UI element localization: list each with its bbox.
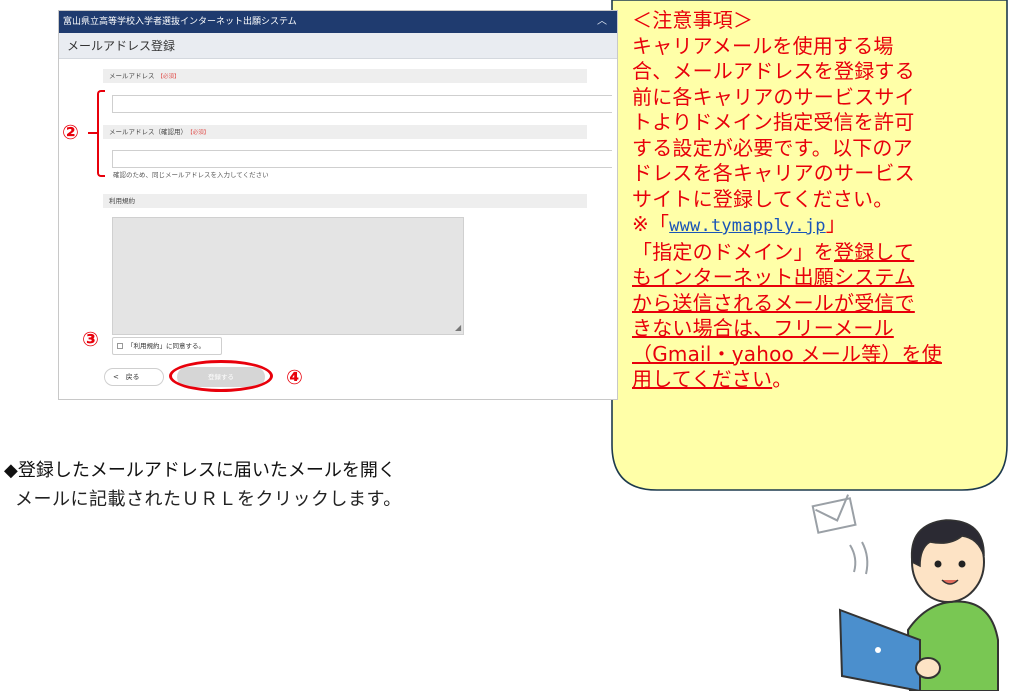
warn-text: 登録して [834, 239, 915, 264]
domain-prefix: ※「 [632, 212, 670, 236]
marker-2: ② [62, 120, 79, 144]
email-label-bar: メールアドレス 【必須】 [103, 69, 587, 83]
email-confirm-label: メールアドレス（確認用） [109, 128, 187, 136]
notice-line: トよりドメイン指定受信を許可 [632, 110, 915, 134]
domain-link[interactable]: www.tymapply.jp [669, 216, 826, 236]
chevron-icon[interactable]: ︿ [597, 11, 607, 33]
step-heading: ◆登録したメールアドレスに届いたメールを開く [4, 460, 396, 481]
checkbox-icon[interactable] [117, 343, 123, 349]
marker-4: ④ [286, 365, 303, 389]
warn-line: （Gmail・yahoo メール等）を使 [632, 341, 942, 366]
step-body: メールに記載されたＵＲＬをクリックします。 [15, 489, 402, 510]
email-field[interactable] [112, 95, 612, 113]
bracket-tick [88, 132, 97, 134]
resize-grip-icon[interactable]: ◢ [455, 323, 615, 398]
required-badge: 【必須】 [157, 74, 180, 80]
notice-bubble: ＜注意事項＞ キャリアメールを使用する場 合、メールアドレスを登録する 前に各キ… [632, 8, 978, 393]
domain-line: ※「www.tymapply.jp」 [632, 212, 978, 240]
screenshot-frame: 富山県立高等学校入学者選抜インターネット出願システム ︿ メールアドレス登録 メ… [58, 10, 618, 400]
page-title: メールアドレス登録 [59, 33, 617, 59]
required-badge: 【必須】 [190, 130, 210, 136]
notice-line: 合、メールアドレスを登録する [632, 59, 915, 83]
person-with-laptop-mail-icon [811, 494, 999, 691]
system-titlebar: 富山県立高等学校入学者選抜インターネット出願システム ︿ [59, 11, 617, 33]
mail-icon [811, 494, 857, 534]
notice-line: サイトに登録してください。 [632, 186, 894, 211]
agree-label: 「利用規約」に同意する。 [127, 342, 205, 350]
notice-line: する設定が必要です。以下のア [632, 135, 913, 160]
terms-label: 利用規約 [109, 197, 135, 205]
confirm-hint: 確認のため、同じメールアドレスを入力してください [113, 171, 269, 179]
warn-end: 。 [772, 367, 793, 391]
warn-line: から送信されるメールが受信で [632, 290, 915, 315]
back-button[interactable]: < 戻る [104, 368, 164, 386]
warn-line: 用してください。 [632, 367, 978, 393]
terms-label-bar: 利用規約 [103, 194, 587, 208]
warn-line: 「指定のドメイン」を登録して [632, 240, 978, 266]
email-label: メールアドレス [109, 72, 155, 80]
system-title: 富山県立高等学校入学者選抜インターネット出願システム [63, 17, 297, 27]
marker-3: ③ [82, 327, 99, 351]
notice-line: ドレスを各キャリアのサービス [632, 161, 915, 185]
warn-prefix: 「指定のドメイン」を [632, 239, 834, 264]
warn-line: きない場合は、フリーメール [632, 316, 894, 340]
domain-suffix: 」 [825, 212, 846, 236]
warn-text: 用してください [632, 367, 773, 391]
back-label: 戻る [125, 373, 140, 381]
notice-line: 前に各キャリアのサービスサイ [632, 84, 915, 109]
notice-heading: ＜注意事項＞ [632, 8, 754, 32]
chevron-left-icon: < [113, 373, 119, 381]
bracket-marker [97, 90, 105, 177]
notice-line: キャリアメールを使用する場 [632, 33, 894, 58]
register-highlight-ellipse [169, 360, 273, 392]
terms-textarea[interactable] [112, 217, 464, 335]
email-confirm-field[interactable] [112, 150, 612, 168]
agree-checkbox[interactable]: 「利用規約」に同意する。 [112, 337, 222, 355]
email-confirm-label-bar: メールアドレス（確認用） 【必須】 [103, 125, 587, 139]
warn-line: もインターネット出願システム [632, 265, 915, 289]
